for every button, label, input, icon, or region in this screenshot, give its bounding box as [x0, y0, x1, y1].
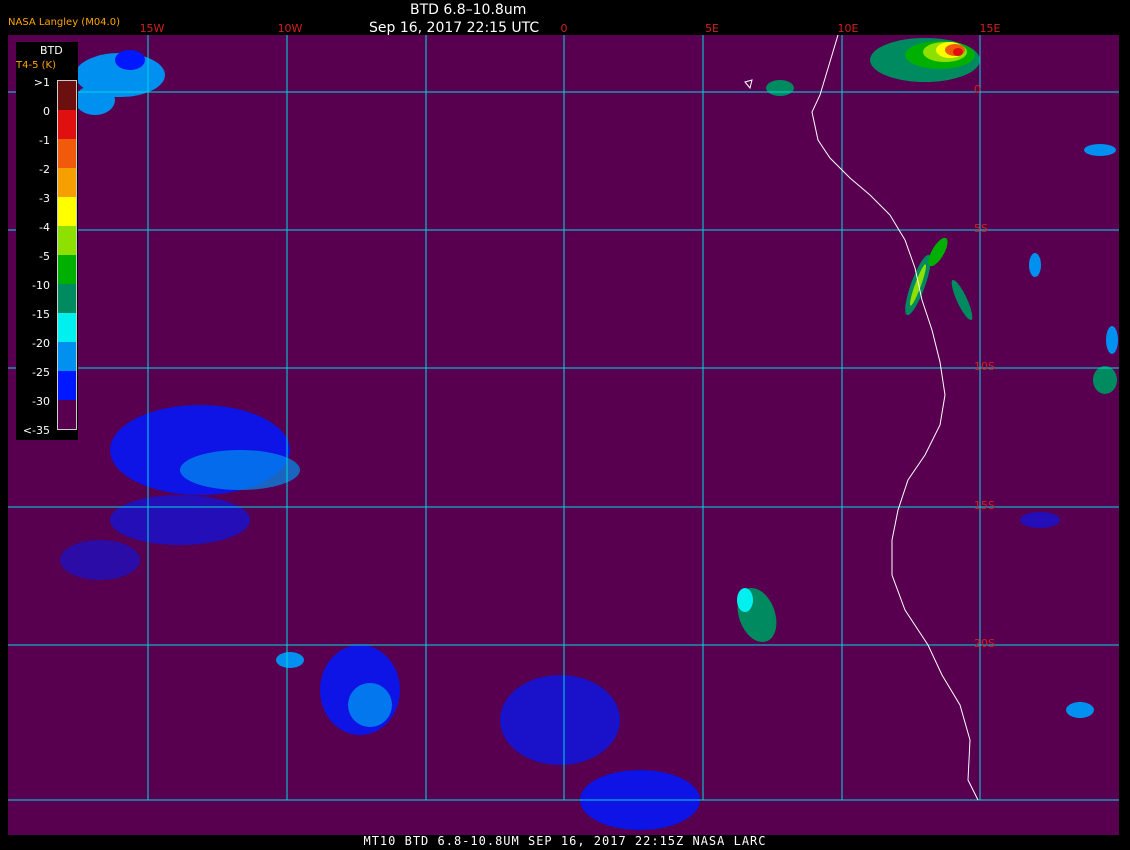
lon-label-5e: 5E [705, 22, 719, 35]
legend-swatch [58, 284, 76, 313]
color-legend: BTD T4-5 (K) >1 0 -1 -2 -3 -4 -5 -10 -15 -20 -25 -3… [16, 42, 78, 440]
legend-tick-label: <-35 [22, 424, 50, 437]
lat-label-10s: 10S [974, 360, 995, 373]
lat-label-5s: 5S [974, 222, 988, 235]
legend-tick-label: -5 [39, 250, 50, 263]
legend-tick-label: -20 [32, 337, 50, 350]
legend-tick-label: -1 [39, 134, 50, 147]
legend-tick-label: -3 [39, 192, 50, 205]
legend-swatch [58, 81, 76, 110]
legend-colorbar [57, 80, 77, 430]
legend-tick-label: -25 [32, 366, 50, 379]
legend-title: BTD [40, 44, 63, 57]
lat-label-0: 0 [974, 83, 981, 96]
legend-swatch [58, 255, 76, 284]
legend-swatch [58, 400, 76, 429]
legend-swatch [58, 226, 76, 255]
legend-tick-label: 0 [43, 105, 50, 118]
legend-unit: T4-5 (K) [16, 60, 56, 71]
lat-label-20s: 20S [974, 637, 995, 650]
legend-tick-label: -2 [39, 163, 50, 176]
lon-label-10w: 10W [277, 22, 303, 35]
legend-tick-label: -30 [32, 395, 50, 408]
legend-swatch [58, 168, 76, 197]
lon-label-15w: 15W [139, 22, 165, 35]
lon-label-0: 0 [560, 22, 568, 35]
legend-swatch [58, 371, 76, 400]
footer-caption: MT10 BTD 6.8-10.8UM SEP 16, 2017 22:15Z … [363, 834, 767, 848]
lat-label-15s: 15S [974, 499, 995, 512]
legend-swatch [58, 313, 76, 342]
credit-label: NASA Langley (M04.0) [8, 17, 120, 28]
map-timestamp: Sep 16, 2017 22:15 UTC [369, 20, 540, 36]
legend-swatch [58, 110, 76, 139]
legend-swatch [58, 197, 76, 226]
map-title: BTD 6.8–10.8um [410, 2, 527, 18]
satellite-map [8, 35, 1119, 835]
legend-swatch [58, 139, 76, 168]
legend-swatch [58, 342, 76, 371]
lon-label-15e: 15E [979, 22, 1001, 35]
lon-label-10e: 10E [837, 22, 859, 35]
legend-tick-label: -15 [32, 308, 50, 321]
legend-tick-label: -10 [32, 279, 50, 292]
legend-tick-label: >1 [33, 76, 50, 89]
legend-tick-label: -4 [39, 221, 50, 234]
